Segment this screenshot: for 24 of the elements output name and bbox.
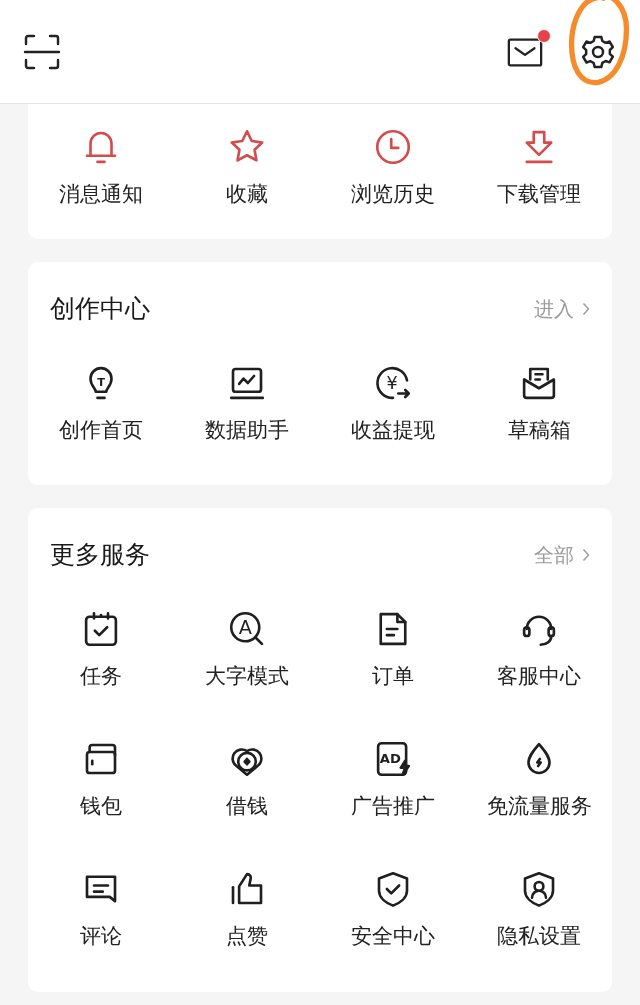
shortcut-item[interactable]: 客服中心	[466, 608, 612, 689]
shortcut-item[interactable]: 免流量服务	[466, 738, 612, 819]
shortcut-item[interactable]: AD 广告推广	[320, 738, 466, 819]
chevron-right-icon	[582, 302, 590, 316]
shortcut-item[interactable]: 安全中心	[320, 868, 466, 949]
shortcut-item[interactable]: 评论	[28, 868, 174, 949]
shortcut-item[interactable]: 任务	[28, 608, 174, 689]
shortcut-item[interactable]: A 大字模式	[174, 608, 320, 689]
shortcut-item[interactable]: 订单	[320, 608, 466, 689]
shortcut-item[interactable]: 数据助手	[174, 362, 320, 443]
shortcut-item[interactable]: 收藏	[174, 126, 320, 207]
chevron-right-icon	[582, 548, 590, 562]
shortcut-item[interactable]: 隐私设置	[466, 868, 612, 949]
section-title: 创作中心	[50, 294, 150, 324]
shortcut-item[interactable]: 借钱	[174, 738, 320, 819]
shortcut-item[interactable]: T 创作首页	[28, 362, 174, 443]
shortcut-item[interactable]: 钱包	[28, 738, 174, 819]
shortcut-item[interactable]: 点赞	[174, 868, 320, 949]
shortcut-item[interactable]: 消息通知	[28, 126, 174, 207]
shortcut-item[interactable]: 草稿箱	[466, 362, 612, 443]
section-title: 更多服务	[50, 540, 150, 570]
shortcut-item[interactable]: 下载管理	[466, 126, 612, 207]
shortcut-item[interactable]: 浏览历史	[320, 126, 466, 207]
shortcut-item[interactable]: ¥ 收益提现	[320, 362, 466, 443]
